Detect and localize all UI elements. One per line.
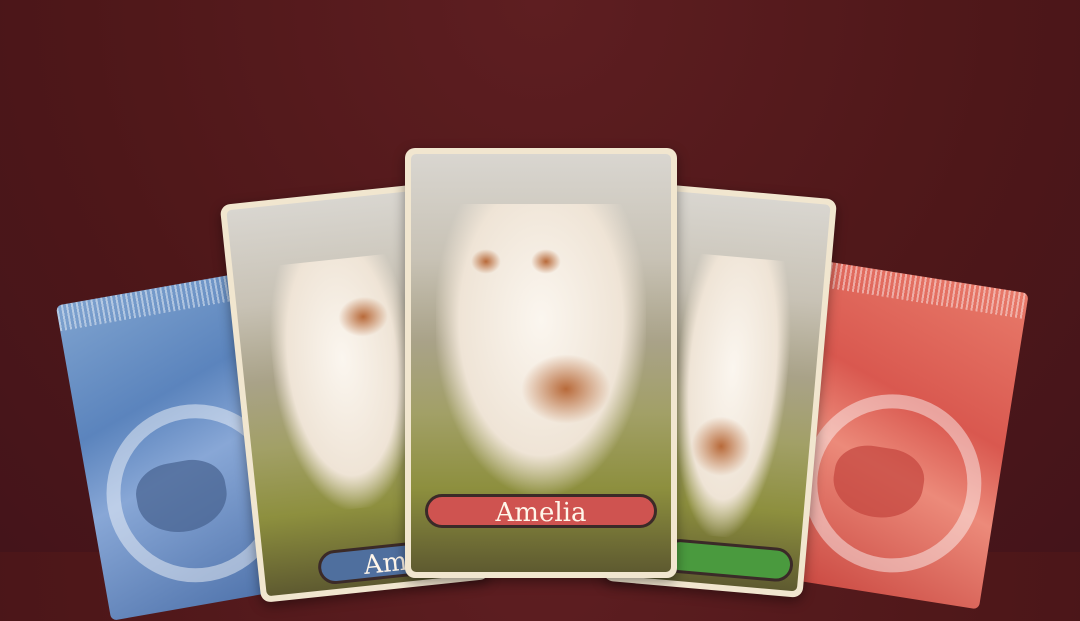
pack-seal	[817, 260, 1029, 320]
dog-card-center[interactable]: Amelia	[405, 148, 677, 578]
card-name-label: Amelia	[425, 494, 657, 528]
